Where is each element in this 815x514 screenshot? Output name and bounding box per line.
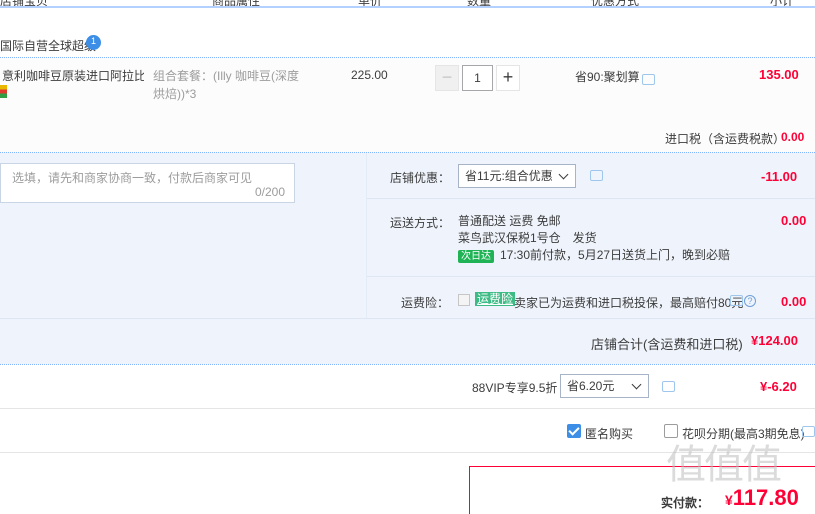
anonymous-checkbox[interactable]	[567, 424, 581, 438]
tax-label: 进口税（含运费税款）	[665, 132, 786, 146]
unit-price: 225.00	[351, 68, 388, 82]
vip-select[interactable]: 省6.20元	[560, 374, 649, 398]
vip-label: 88VIP专享9.5折	[472, 381, 558, 395]
item-title[interactable]: 意利咖啡豆原装进口阿拉比...	[2, 67, 144, 84]
coupon-value: -11.00	[761, 169, 798, 184]
site-watermark: 值值值	[666, 443, 782, 487]
vip-value: ¥-6.20	[760, 379, 797, 394]
vip-select-value: 省6.20元	[567, 379, 615, 393]
shop-total-label: 店铺合计(含运费和进口税)	[591, 337, 743, 352]
shipping-eta: 次日达 17:30前付款，5月27日送货上门，晚到必赔	[458, 247, 730, 264]
memo-count: 0/200	[255, 185, 286, 199]
coupon-select-value: 省11元:组合优惠	[465, 169, 553, 183]
item-subtotal: 135.00	[759, 67, 799, 82]
chat-icon[interactable]	[730, 295, 743, 306]
divider	[367, 198, 815, 199]
insurance-checkbox	[458, 294, 470, 306]
shop-name[interactable]: 国际自营全球超级	[0, 37, 96, 54]
coupon-select[interactable]: 省11元:组合优惠	[458, 164, 576, 188]
divider	[0, 408, 815, 409]
insurance-value: 0.00	[781, 294, 807, 309]
shipping-warehouse: 菜鸟武汉保税1号仓 发货	[458, 231, 597, 245]
chat-icon[interactable]	[590, 170, 603, 181]
quantity-input[interactable]: 1	[462, 65, 493, 91]
chat-icon[interactable]	[802, 426, 815, 437]
payment-label: 实付款：	[661, 496, 710, 510]
shipping-method: 普通配送 运费 免邮	[458, 214, 561, 228]
col-price: 单价	[358, 0, 383, 8]
shop-total-value: ¥124.00	[751, 333, 798, 348]
table-header: 店铺宝贝 商品属性 单价 数量 优惠方式 小计	[0, 0, 815, 8]
payment-currency: ¥	[725, 492, 733, 508]
next-day-badge: 次日达	[458, 250, 494, 263]
col-qty: 数量	[467, 0, 492, 8]
chevron-down-icon	[631, 379, 642, 390]
origin-flag-icon	[0, 85, 7, 98]
increase-button[interactable]: +	[496, 65, 520, 91]
item-attributes: 组合套餐：(Illy 咖啡豆(深度烘焙))*3	[153, 69, 299, 101]
col-promo: 优惠方式	[591, 0, 640, 8]
coupon-label: 店铺优惠：	[390, 171, 451, 185]
divider	[367, 276, 815, 277]
shipping-eta-text: 17:30前付款，5月27日送货上门，晚到必赔	[500, 248, 731, 262]
shipping-details: 普通配送 运费 免邮 菜鸟武汉保税1号仓 发货 次日达 17:30前付款，5月27…	[458, 213, 730, 264]
anonymous-label[interactable]: 匿名购买	[585, 425, 633, 442]
help-icon[interactable]: ?	[744, 295, 756, 307]
shipping-label: 运送方式：	[390, 216, 451, 230]
shipping-value: 0.00	[781, 213, 807, 228]
chevron-down-icon	[558, 169, 569, 180]
col-subtotal: 小计	[770, 0, 795, 8]
chat-icon[interactable]	[662, 381, 675, 392]
promo-text: 省90:聚划算	[575, 70, 640, 84]
insurance-tag[interactable]: 运费险	[475, 292, 516, 306]
decrease-button[interactable]: −	[435, 65, 459, 91]
memo-placeholder: 选填，请先和商家协商一致，付款后商家可见	[12, 171, 253, 185]
tax-value: 0.00	[781, 130, 805, 144]
col-attr: 商品属性	[212, 0, 261, 8]
shop-badge-icon	[86, 35, 101, 50]
chat-icon[interactable]	[642, 74, 655, 85]
insurance-text: 卖家已为运费和进口税投保，最高赔付80元	[514, 296, 744, 310]
col-shop: 店铺宝贝	[0, 0, 49, 8]
insurance-label: 运费险：	[401, 296, 450, 310]
divider	[0, 364, 815, 365]
